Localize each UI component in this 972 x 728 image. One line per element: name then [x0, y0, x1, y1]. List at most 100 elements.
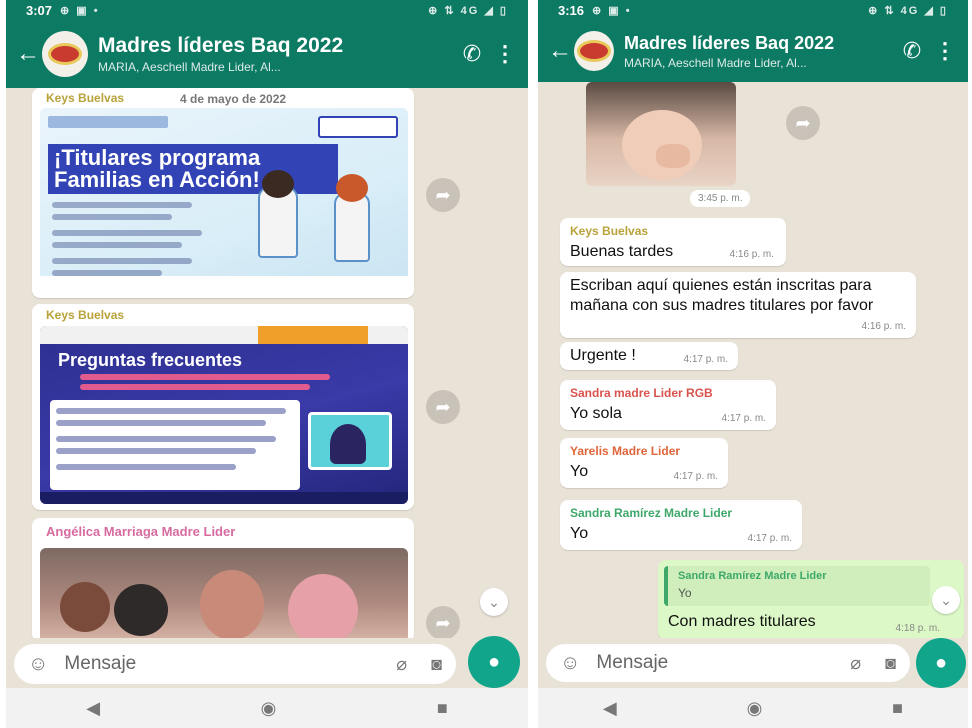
- camera-icon[interactable]: ◙: [431, 654, 442, 675]
- group-title: Madres líderes Baq 2022: [624, 32, 835, 53]
- chat-header: ← Madres líderes Baq 2022 MARIA, Aeschel…: [6, 20, 528, 88]
- system-nav-bar: ◀ ◉ ■: [538, 688, 968, 728]
- group-avatar[interactable]: [42, 31, 88, 77]
- call-add-icon[interactable]: ✆: [892, 38, 932, 64]
- image-message[interactable]: Angélica Marriaga Madre Lider: [32, 518, 414, 638]
- text-message[interactable]: Yarelis Madre Lider Yo 4:17 p. m.: [560, 438, 728, 488]
- message-input[interactable]: ☺ Mensaje ⌀ ◙: [14, 644, 456, 684]
- text-message[interactable]: Keys Buelvas Buenas tardes 4:16 p. m.: [560, 218, 786, 266]
- scroll-down-icon[interactable]: ⌄: [480, 588, 508, 616]
- left-phone-screen: 3:07 ⊕ ▣ • ⊕ ⇅ 4G ◢ ▯ ← Madres líderes B…: [6, 0, 528, 728]
- image-message[interactable]: Keys Buelvas Preguntas frecuentes: [32, 304, 414, 510]
- nav-back-icon[interactable]: ◀: [86, 698, 100, 719]
- poster-accent: [258, 326, 368, 344]
- group-titles[interactable]: Madres líderes Baq 2022 MARIA, Aeschell …: [624, 33, 892, 70]
- status-indicators: ⊕ ▣ •: [60, 4, 100, 17]
- message-text: Yo: [570, 525, 589, 542]
- chat-area[interactable]: Keys Buelvas 4 de mayo de 2022 ¡Titulare…: [6, 88, 528, 638]
- message-time: 4:16 p. m.: [729, 249, 774, 260]
- message-time: 4:17 p. m.: [683, 354, 728, 365]
- poster-image[interactable]: ¡Titulares programa Familias en Acción!: [40, 108, 408, 292]
- message-text: Con madres titulares: [668, 613, 816, 630]
- system-nav-bar: ◀ ◉ ■: [6, 688, 528, 728]
- group-logo-icon: [577, 40, 611, 62]
- nurse-figure: [334, 192, 370, 262]
- poster-text-line: [56, 408, 286, 414]
- message-text: Urgente !: [570, 347, 636, 364]
- poster-footer: [40, 492, 408, 504]
- more-vertical-icon[interactable]: ⋮: [932, 38, 958, 64]
- camera-icon[interactable]: ◙: [885, 653, 896, 674]
- message-time: 4:17 p. m.: [747, 533, 792, 544]
- text-message[interactable]: Urgente ! 4:17 p. m.: [560, 342, 738, 370]
- call-add-icon[interactable]: ✆: [452, 41, 492, 67]
- poster-text-line: [52, 202, 192, 208]
- message-sender: Sandra Ramírez Madre Lider: [570, 506, 733, 520]
- message-placeholder[interactable]: Mensaje: [64, 653, 372, 675]
- back-arrow-icon[interactable]: ←: [548, 37, 574, 65]
- attach-icon[interactable]: ⌀: [396, 654, 407, 675]
- emoji-icon[interactable]: ☺: [560, 652, 580, 675]
- attach-icon[interactable]: ⌀: [850, 653, 861, 674]
- status-bar: 3:07 ⊕ ▣ • ⊕ ⇅ 4G ◢ ▯: [6, 0, 528, 20]
- poster-title: ¡Titulares programa Familias en Acción!: [48, 144, 338, 194]
- poster-title: Preguntas frecuentes: [58, 350, 243, 370]
- mic-icon[interactable]: ●: [468, 636, 520, 688]
- poster-text-line: [80, 374, 330, 380]
- status-time: 3:16: [558, 2, 585, 18]
- group-titles[interactable]: Madres líderes Baq 2022 MARIA, Aeschell …: [98, 34, 452, 74]
- group-members: MARIA, Aeschell Madre Lider, Al...: [98, 60, 281, 74]
- nav-back-icon[interactable]: ◀: [603, 698, 617, 719]
- nurse-head: [262, 170, 294, 198]
- screens: 3:07 ⊕ ▣ • ⊕ ⇅ 4G ◢ ▯ ← Madres líderes B…: [0, 0, 972, 728]
- text-message[interactable]: Sandra Ramírez Madre Lider Yo 4:17 p. m.: [560, 500, 802, 550]
- poster-image[interactable]: Preguntas frecuentes: [40, 326, 408, 504]
- status-time: 3:07: [26, 2, 53, 18]
- mic-icon[interactable]: ●: [916, 638, 966, 688]
- quoted-message[interactable]: Sandra Ramírez Madre Lider Yo: [664, 566, 930, 606]
- forward-icon[interactable]: ➦: [426, 178, 460, 212]
- scroll-down-icon[interactable]: ⌄: [932, 586, 960, 614]
- back-arrow-icon[interactable]: ←: [16, 40, 42, 68]
- more-vertical-icon[interactable]: ⋮: [492, 41, 518, 67]
- message-text: Buenas tardes: [570, 243, 674, 260]
- poster-text-line: [56, 464, 236, 470]
- nav-recents-icon[interactable]: ■: [437, 698, 448, 719]
- image-message[interactable]: Keys Buelvas 4 de mayo de 2022 ¡Titulare…: [32, 88, 414, 298]
- status-indicators: ⊕ ▣ •: [592, 4, 632, 17]
- emoji-icon[interactable]: ☺: [28, 653, 48, 676]
- message-placeholder[interactable]: Mensaje: [596, 652, 826, 674]
- message-input[interactable]: ☺ Mensaje ⌀ ◙: [546, 644, 910, 682]
- outgoing-reply-message[interactable]: Sandra Ramírez Madre Lider Yo Con madres…: [658, 560, 964, 638]
- message-sender: Sandra madre Lider RGB: [570, 386, 713, 400]
- message-sender: Yarelis Madre Lider: [570, 444, 681, 458]
- status-right-icons: ⊕ ⇅ 4G ◢ ▯: [868, 4, 948, 17]
- group-avatar[interactable]: [574, 31, 614, 71]
- message-text: Yo sola: [570, 405, 622, 422]
- photo-person: [114, 584, 168, 636]
- nav-home-icon[interactable]: ◉: [747, 698, 763, 719]
- poster-text-line: [56, 448, 256, 454]
- text-message[interactable]: Sandra madre Lider RGB Yo sola 4:17 p. m…: [560, 380, 776, 430]
- message-sender: Keys Buelvas: [46, 91, 125, 105]
- forward-icon[interactable]: ➦: [426, 606, 460, 638]
- sticker-image[interactable]: [586, 82, 736, 186]
- forward-icon[interactable]: ➦: [786, 106, 820, 140]
- quoted-sender: Sandra Ramírez Madre Lider: [678, 570, 827, 582]
- message-sender: Keys Buelvas: [46, 308, 125, 322]
- group-photo[interactable]: [40, 548, 408, 638]
- nav-home-icon[interactable]: ◉: [261, 698, 277, 719]
- message-date: 4 de mayo de 2022: [180, 92, 287, 106]
- message-time: 4:17 p. m.: [673, 471, 718, 482]
- photo-person: [288, 574, 358, 638]
- sticker-hand: [656, 144, 690, 168]
- forward-icon[interactable]: ➦: [426, 390, 460, 424]
- group-title: Madres líderes Baq 2022: [98, 34, 344, 57]
- poster-person: [330, 424, 366, 464]
- quoted-text: Yo: [678, 586, 692, 600]
- text-message[interactable]: Escriban aquí quienes están inscritas pa…: [560, 272, 916, 338]
- right-phone-screen: 3:16 ⊕ ▣ • ⊕ ⇅ 4G ◢ ▯ ← Madres líderes B…: [538, 0, 968, 728]
- nav-recents-icon[interactable]: ■: [892, 698, 903, 719]
- chat-area[interactable]: 3:45 p. m. ➦ Keys Buelvas Buenas tardes …: [538, 82, 968, 638]
- photo-person: [60, 582, 110, 632]
